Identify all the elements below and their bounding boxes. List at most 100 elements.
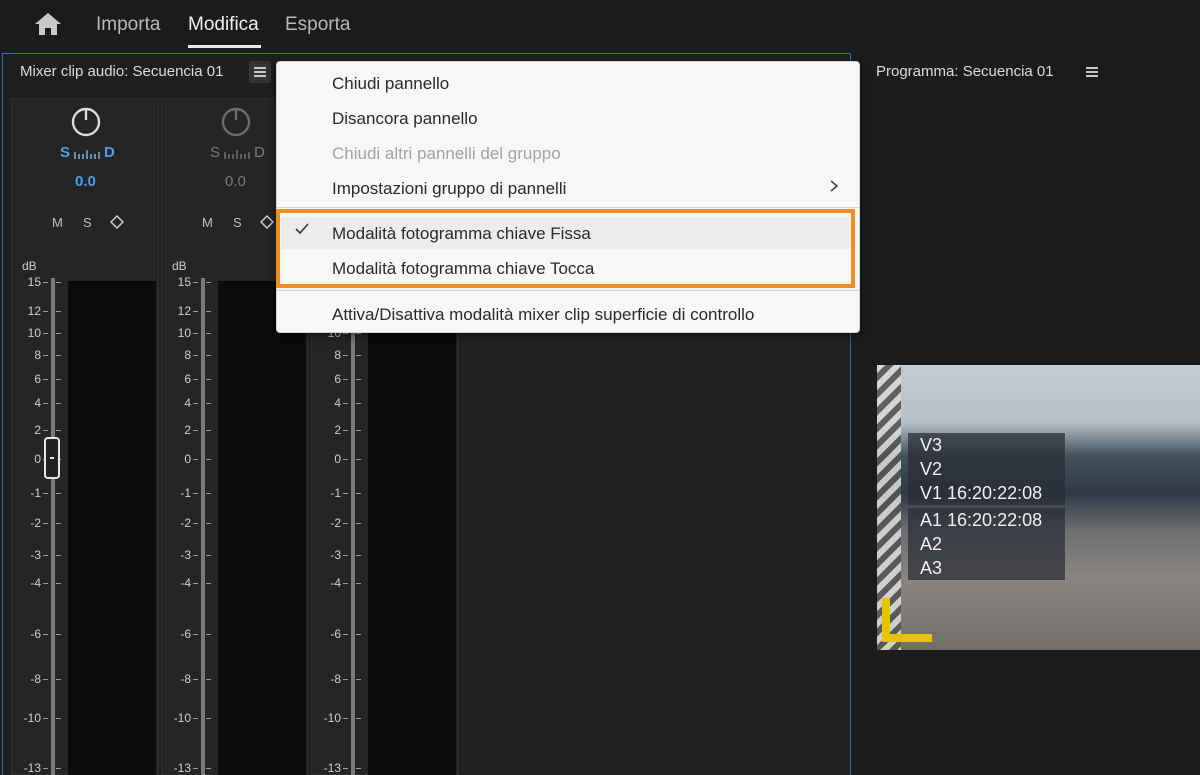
menu-item-toggle-control-surface[interactable]: Attiva/Disattiva modalità mixer clip sup… — [332, 305, 754, 325]
db-scale-label: 12 — [27, 304, 41, 318]
db-scale-tick — [343, 403, 348, 404]
menu-item-undock-panel[interactable]: Disancora pannello — [332, 109, 478, 129]
db-scale-tick — [56, 523, 61, 524]
db-scale-tick — [206, 634, 211, 635]
mute-button[interactable]: M — [202, 215, 213, 230]
db-scale-tick — [56, 768, 61, 769]
db-scale-tick — [206, 333, 211, 334]
db-scale-tick — [193, 403, 198, 404]
track-label: V2 — [920, 459, 943, 479]
db-scale-tick — [343, 430, 348, 431]
db-scale-label: 8 — [34, 348, 41, 362]
db-scale-tick — [343, 459, 348, 460]
menu-item-close-panel[interactable]: Chiudi pannello — [332, 74, 449, 94]
pan-knob-icon[interactable] — [221, 107, 251, 137]
menu-item-panel-group-settings[interactable]: Impostazioni gruppo di pannelli — [332, 179, 566, 199]
menu-separator — [277, 290, 859, 291]
pan-value[interactable]: 0.0 — [75, 173, 96, 190]
db-scale-tick — [206, 768, 211, 769]
solo-button[interactable]: S — [233, 215, 242, 230]
db-scale-label: -6 — [330, 627, 341, 641]
db-scale-label: -8 — [180, 672, 191, 686]
db-scale-tick — [43, 718, 48, 719]
db-scale-tick — [356, 634, 361, 635]
db-scale-tick — [356, 523, 361, 524]
pan-right-label: D — [254, 144, 265, 161]
db-scale-tick — [56, 430, 61, 431]
db-scale-label: -10 — [173, 711, 191, 725]
db-scale-label: -13 — [23, 761, 41, 775]
db-scale-label: -2 — [180, 516, 191, 530]
db-scale-tick — [343, 555, 348, 556]
track-timecode: V1 16:20:22:08 — [920, 483, 1043, 503]
tab-importa[interactable]: Importa — [96, 14, 160, 36]
solo-button[interactable]: S — [83, 215, 92, 230]
db-scale-tick — [193, 555, 198, 556]
audio-mixer-title: Mixer clip audio: Secuencia 01 — [20, 63, 224, 80]
db-scale-tick — [206, 403, 211, 404]
top-navigation-bar: Importa Modifica Esporta — [0, 0, 1200, 50]
db-scale-tick — [193, 430, 198, 431]
edit-point-marker — [882, 634, 932, 642]
level-meter — [218, 281, 306, 775]
db-scale-tick — [56, 311, 61, 312]
hamburger-menu-icon[interactable] — [249, 61, 271, 83]
db-scale-label: 6 — [34, 372, 41, 386]
tab-esporta[interactable]: Esporta — [285, 14, 350, 36]
pan-knob-icon[interactable] — [71, 107, 101, 137]
pan-right-label: D — [104, 144, 115, 161]
keyframe-diamond-icon[interactable] — [110, 215, 124, 229]
db-scale-tick — [193, 311, 198, 312]
db-scale-tick — [193, 768, 198, 769]
panel-context-menu: Chiudi pannello Disancora pannello Chiud… — [276, 61, 860, 333]
db-scale-tick — [356, 555, 361, 556]
db-scale-tick — [206, 379, 211, 380]
db-scale-label: 10 — [27, 326, 41, 340]
keyframe-diamond-icon[interactable] — [260, 215, 274, 229]
db-scale-tick — [43, 403, 48, 404]
db-scale-tick — [356, 718, 361, 719]
db-scale-label: 8 — [334, 348, 341, 362]
db-scale-tick — [56, 355, 61, 356]
db-scale-label: 4 — [184, 396, 191, 410]
pan-scale-icon — [224, 150, 250, 159]
home-icon[interactable] — [33, 11, 63, 37]
db-scale-tick — [193, 523, 198, 524]
mute-button[interactable]: M — [52, 215, 63, 230]
db-scale-label: 2 — [334, 423, 341, 437]
volume-fader-handle[interactable] — [44, 437, 60, 479]
db-scale-tick — [356, 355, 361, 356]
hamburger-menu-icon[interactable] — [1081, 61, 1103, 83]
db-scale-tick — [56, 282, 61, 283]
program-monitor-title: Programma: Secuencia 01 — [876, 63, 1054, 80]
db-scale-tick — [43, 523, 48, 524]
db-scale-tick — [206, 583, 211, 584]
chevron-right-icon — [830, 180, 839, 192]
db-scale-label: -3 — [330, 548, 341, 562]
db-scale-tick — [343, 634, 348, 635]
db-scale-label: -1 — [330, 486, 341, 500]
pan-value[interactable]: 0.0 — [225, 173, 246, 190]
db-scale-tick — [206, 282, 211, 283]
db-scale-tick — [343, 718, 348, 719]
db-scale-label: -3 — [30, 548, 41, 562]
db-label: dB — [172, 259, 187, 273]
menu-separator — [277, 207, 859, 208]
db-scale-label: -8 — [330, 672, 341, 686]
db-scale-tick — [343, 523, 348, 524]
db-scale-tick — [206, 311, 211, 312]
db-scale-tick — [343, 379, 348, 380]
db-scale-label: -10 — [323, 711, 341, 725]
db-scale-tick — [56, 333, 61, 334]
db-scale-tick — [193, 355, 198, 356]
program-video-frame[interactable]: V3 V2 V1 16:20:22:08 A1 16:20:22:08 A2 A… — [877, 365, 1200, 650]
db-scale-label: 0 — [334, 452, 341, 466]
db-scale-tick — [356, 768, 361, 769]
db-scale-label: -1 — [30, 486, 41, 500]
db-scale-tick — [356, 333, 361, 334]
tab-modifica[interactable]: Modifica — [188, 14, 259, 36]
db-scale-tick — [206, 493, 211, 494]
db-scale-tick — [43, 555, 48, 556]
db-scale-label: -3 — [180, 548, 191, 562]
fader-track — [351, 278, 355, 775]
